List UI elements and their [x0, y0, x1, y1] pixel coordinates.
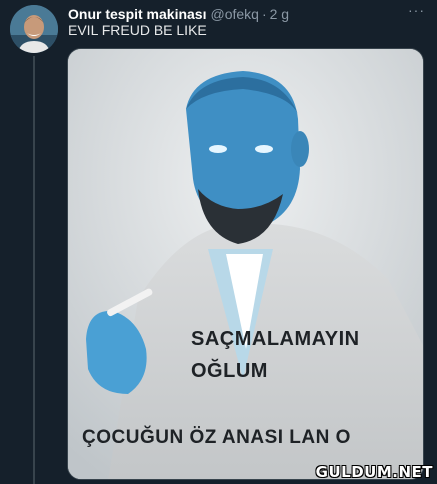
meme-caption-line1: SAÇMALAMAYIN	[191, 328, 360, 350]
author-handle[interactable]: @ofekq	[210, 6, 258, 22]
more-options-icon[interactable]: ···	[408, 2, 425, 18]
avatar[interactable]	[10, 5, 58, 53]
author-name[interactable]: Onur tespit makinası	[68, 6, 206, 22]
thread-line	[33, 56, 35, 484]
tweet[interactable]: Onur tespit makinası @ofekq · 2 g ··· EV…	[0, 0, 437, 484]
avatar-image	[10, 5, 58, 53]
meme-caption-line2: OĞLUM	[191, 360, 268, 382]
tweet-text: EVIL FREUD BE LIKE	[68, 22, 207, 38]
separator-dot: ·	[261, 6, 267, 22]
watermark: GULDUM.NET	[315, 463, 433, 481]
meme-illustration	[68, 49, 423, 479]
tweet-time[interactable]: 2 g	[270, 6, 289, 22]
tweet-header: Onur tespit makinası @ofekq · 2 g	[68, 4, 427, 24]
tweet-media-image[interactable]: SAÇMALAMAYIN OĞLUM ÇOCUĞUN ÖZ ANASI LAN …	[67, 48, 424, 480]
meme-caption-line3: ÇOCUĞUN ÖZ ANASI LAN O	[82, 427, 351, 448]
